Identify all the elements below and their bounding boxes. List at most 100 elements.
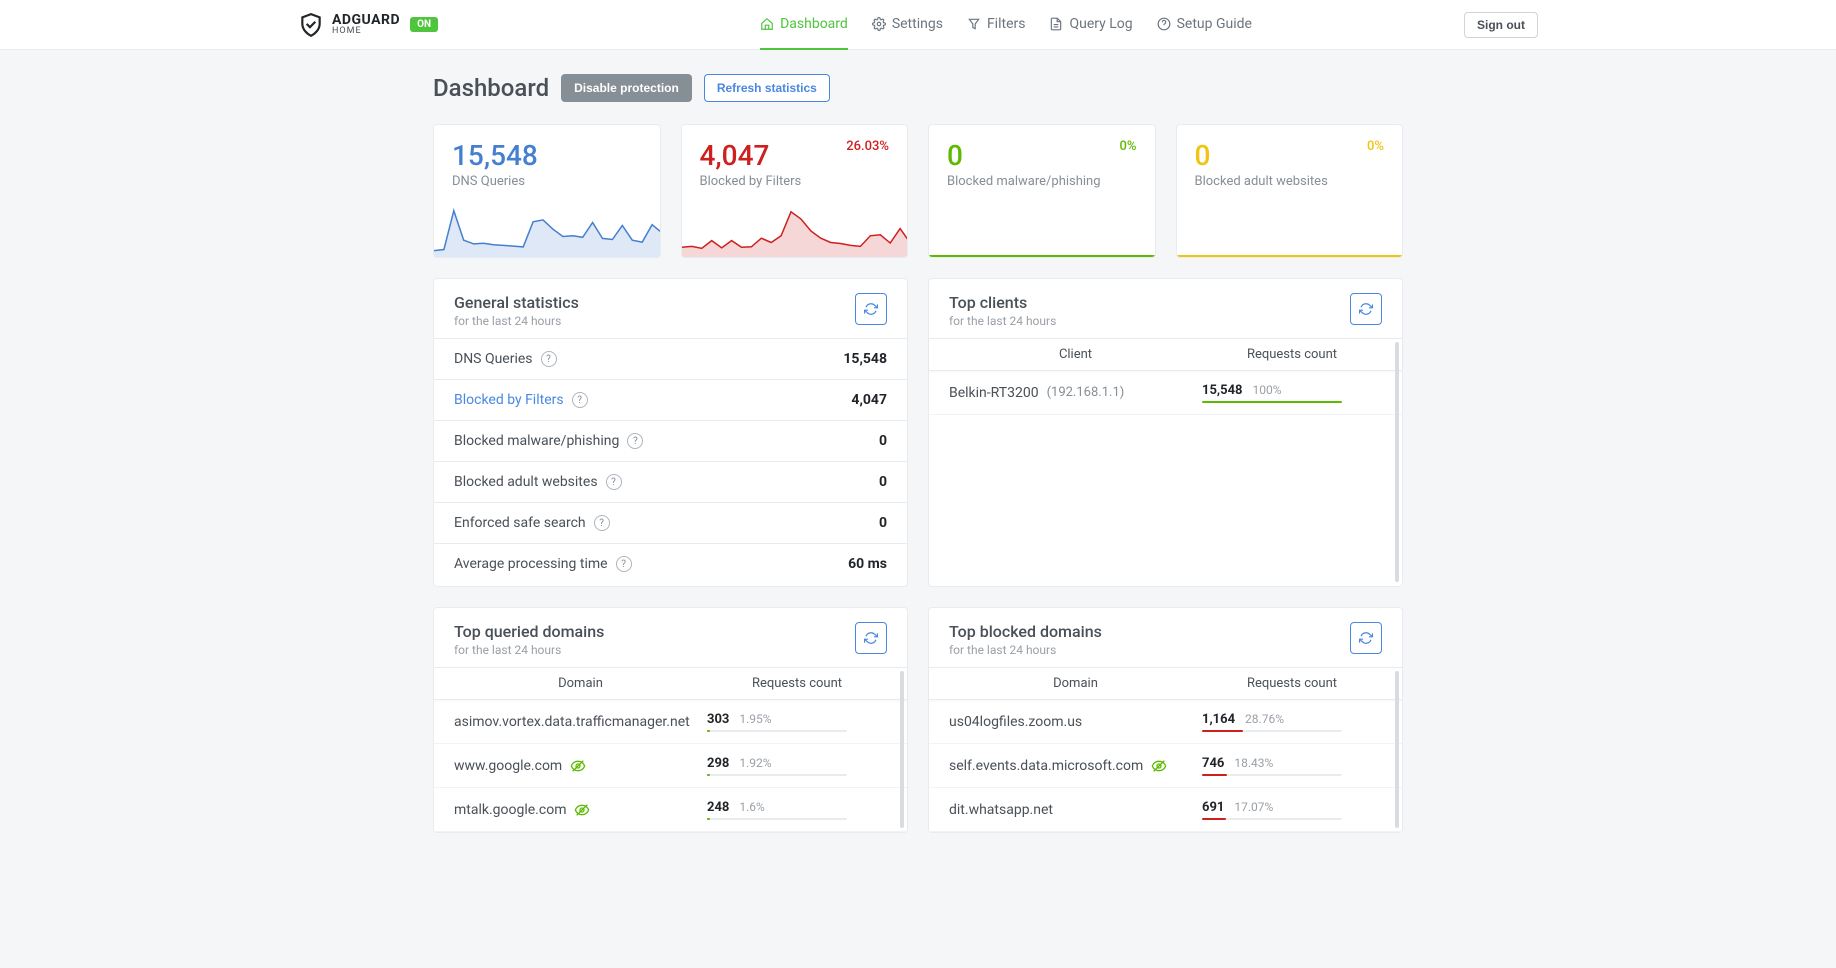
stat-card-dns-queries[interactable]: 15,548 DNS Queries [433, 124, 661, 258]
nav-label: Setup Guide [1177, 16, 1252, 32]
column-header-requests: Requests count [1202, 676, 1382, 691]
domain-cell: self.events.data.microsoft.com [949, 758, 1202, 774]
nav-item-setup-guide[interactable]: Setup Guide [1157, 0, 1252, 50]
nav-label: Filters [987, 16, 1026, 32]
panel-subtitle: for the last 24 hours [949, 643, 1102, 657]
stat-label: Average processing time [454, 556, 608, 572]
stat-value: 15,548 [843, 351, 887, 367]
help-icon[interactable]: ? [572, 392, 588, 408]
page-title: Dashboard [433, 74, 549, 102]
nav-item-query-log[interactable]: Query Log [1049, 0, 1132, 50]
help-icon[interactable]: ? [616, 556, 632, 572]
nav-label: Query Log [1069, 16, 1132, 32]
count-percent: 18.43% [1234, 756, 1273, 770]
table-row[interactable]: asimov.vortex.data.trafficmanager.net303… [434, 700, 907, 744]
panel-subtitle: for the last 24 hours [454, 643, 604, 657]
nav-label: Dashboard [780, 16, 848, 32]
stat-label: Blocked adult websites [1195, 174, 1385, 189]
count-value: 298 [707, 756, 729, 771]
column-header-domain: Domain [949, 676, 1202, 691]
panel-title: Top clients [949, 293, 1056, 312]
stat-value: 4,047 [851, 392, 887, 408]
status-badge: ON [410, 17, 438, 32]
stat-value: 0 [879, 433, 887, 449]
stat-row: Blocked malware/phishing? 0 [434, 420, 907, 461]
stat-card-blocked-by-filters[interactable]: 26.03%4,047Blocked by Filters [681, 124, 909, 258]
table-row[interactable]: www.google.com2981.92% [434, 744, 907, 788]
stat-value: 0 [947, 139, 1137, 172]
stat-label: Blocked malware/phishing [947, 174, 1137, 189]
column-header-domain: Domain [454, 676, 707, 691]
client-cell: Belkin-RT3200 (192.168.1.1) [949, 385, 1202, 401]
stat-card-blocked-adult-websites[interactable]: 0%0Blocked adult websites [1176, 124, 1404, 258]
help-circle-icon [1157, 17, 1171, 31]
stat-label: Blocked malware/phishing [454, 433, 619, 449]
panel-title: Top blocked domains [949, 622, 1102, 641]
count-value: 248 [707, 800, 729, 815]
table-row[interactable]: us04logfiles.zoom.us1,16428.76% [929, 700, 1402, 744]
stat-value: 0 [879, 515, 887, 531]
domain-cell: asimov.vortex.data.trafficmanager.net [454, 714, 707, 730]
count-value: 15,548 [1202, 383, 1243, 398]
table-row[interactable]: self.events.data.microsoft.com746 18.43% [929, 744, 1402, 788]
app-header: ADGUARD HOME ON Dashboard Settings Filters… [0, 0, 1836, 50]
column-header-requests: Requests count [1202, 347, 1382, 362]
count-percent: 1.95% [739, 712, 771, 726]
count-value: 746 [1202, 756, 1224, 771]
nav-item-dashboard[interactable]: Dashboard [760, 0, 848, 50]
stat-label: Enforced safe search [454, 515, 586, 531]
stat-label: DNS Queries [454, 351, 533, 367]
top-queried-panel: Top queried domains for the last 24 hour… [433, 607, 908, 833]
stat-row: Blocked by Filters? 4,047 [434, 379, 907, 420]
stat-label[interactable]: Blocked by Filters [454, 392, 564, 408]
stat-value: 15,548 [452, 139, 642, 172]
help-icon[interactable]: ? [627, 433, 643, 449]
stat-row: Blocked adult websites? 0 [434, 461, 907, 502]
tracker-icon [570, 758, 586, 774]
help-icon[interactable]: ? [541, 351, 557, 367]
refresh-button[interactable] [855, 293, 887, 325]
refresh-icon [1359, 631, 1373, 645]
stat-value: 0 [879, 474, 887, 490]
stat-label: Blocked by Filters [700, 174, 890, 189]
nav-item-filters[interactable]: Filters [967, 0, 1026, 50]
disable-protection-button[interactable]: Disable protection [561, 74, 692, 102]
progress-bar [1202, 730, 1342, 732]
stat-label: DNS Queries [452, 174, 642, 189]
progress-bar [707, 818, 847, 820]
progress-bar [1202, 401, 1342, 403]
domain-cell: us04logfiles.zoom.us [949, 714, 1202, 730]
table-row[interactable]: Belkin-RT3200 (192.168.1.1)15,548100% [929, 371, 1402, 415]
table-row[interactable]: mtalk.google.com2481.6% [434, 788, 907, 832]
refresh-icon [864, 302, 878, 316]
refresh-button[interactable] [1350, 293, 1382, 325]
stat-row: DNS Queries? 15,548 [434, 338, 907, 379]
signout-button[interactable]: Sign out [1464, 12, 1538, 38]
stat-card-blocked-malware-phishing[interactable]: 0%0Blocked malware/phishing [928, 124, 1156, 258]
brand-logo[interactable]: ADGUARD HOME [298, 12, 400, 38]
refresh-statistics-button[interactable]: Refresh statistics [704, 74, 830, 102]
table-row[interactable]: dit.whatsapp.net69117.07% [929, 788, 1402, 832]
top-blocked-panel: Top blocked domains for the last 24 hour… [928, 607, 1403, 833]
shield-check-icon [298, 12, 324, 38]
progress-bar [1202, 774, 1342, 776]
count-value: 691 [1202, 800, 1224, 815]
home-icon [760, 17, 774, 31]
page-header: Dashboard Disable protection Refresh sta… [433, 74, 1403, 102]
stat-cards: 15,548 DNS Queries 26.03%4,047Blocked by F… [433, 124, 1403, 258]
refresh-button[interactable] [855, 622, 887, 654]
brand-name: ADGUARD [332, 13, 400, 27]
help-icon[interactable]: ? [606, 474, 622, 490]
column-header-requests: Requests count [707, 676, 887, 691]
brand-sub: HOME [332, 27, 400, 36]
nav-item-settings[interactable]: Settings [872, 0, 943, 50]
help-icon[interactable]: ? [594, 515, 610, 531]
file-icon [1049, 17, 1063, 31]
domain-cell: www.google.com [454, 758, 707, 774]
stat-label: Blocked adult websites [454, 474, 598, 490]
stat-row: Average processing time?60 ms [434, 543, 907, 584]
refresh-button[interactable] [1350, 622, 1382, 654]
count-value: 303 [707, 712, 729, 727]
panel-subtitle: for the last 24 hours [454, 314, 579, 328]
tracker-icon [1151, 758, 1167, 774]
